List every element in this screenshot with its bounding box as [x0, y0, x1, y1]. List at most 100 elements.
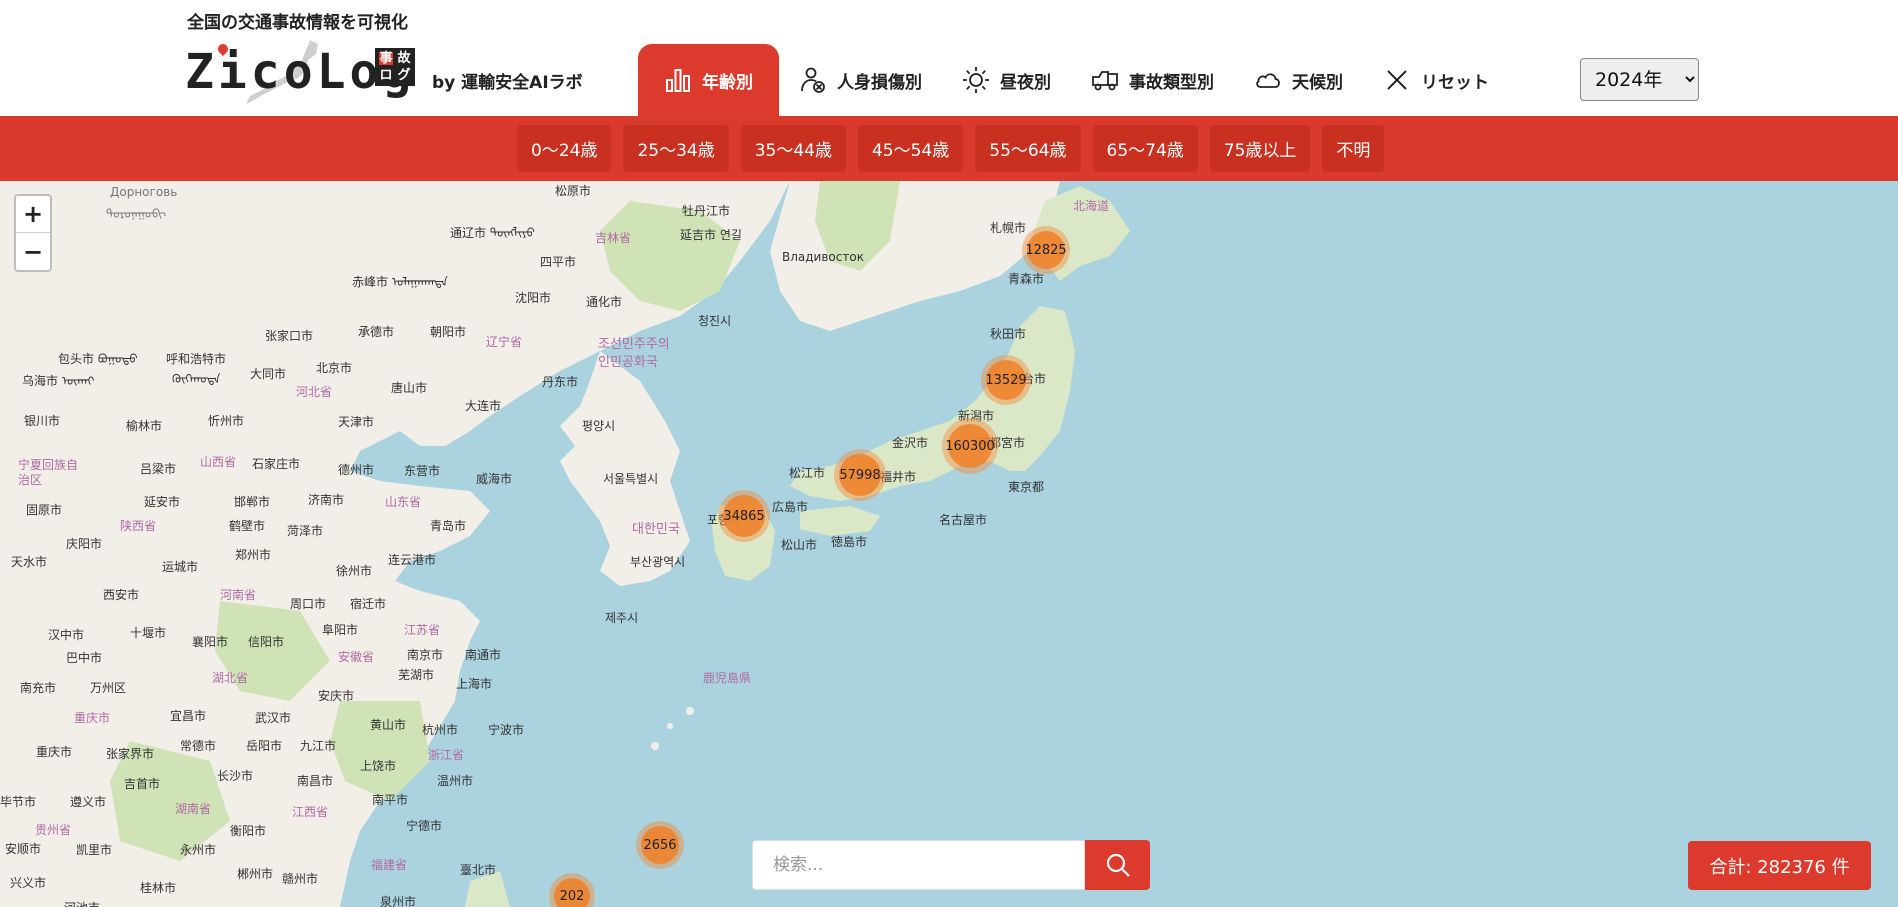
- map-label: 吕梁市: [140, 462, 177, 476]
- accident-cluster-kansai[interactable]: 57998: [834, 449, 886, 501]
- map-label: 遵义市: [70, 795, 107, 809]
- map-label: 徐州市: [336, 564, 373, 578]
- map-label: 杭州市: [422, 723, 459, 737]
- map-label: 运城市: [162, 560, 199, 574]
- search-input[interactable]: [752, 840, 1085, 890]
- zoom-control: + −: [14, 194, 52, 272]
- map-label: 忻州市: [208, 414, 245, 428]
- map-label: 鹿児島県: [703, 671, 752, 685]
- map-label: 张家口市: [265, 329, 314, 343]
- map-label: 宁德市: [406, 819, 443, 833]
- accident-cluster-okinawa[interactable]: 2656: [636, 821, 684, 869]
- age-chip-75-plus[interactable]: 75歳以上: [1209, 125, 1311, 172]
- map-label: 辽宁省: [486, 335, 523, 349]
- zoom-out-button[interactable]: −: [16, 233, 50, 270]
- close-icon: [1387, 70, 1407, 90]
- tab-daynight[interactable]: 昼夜別: [942, 44, 1071, 116]
- map-label: 常德市: [180, 739, 217, 753]
- zoom-in-button[interactable]: +: [16, 196, 50, 233]
- honshu: [790, 306, 1075, 501]
- map-label: 金沢市: [892, 436, 929, 450]
- age-chip-45-54[interactable]: 45〜54歳: [857, 125, 964, 172]
- map-label: 连云港市: [388, 553, 437, 567]
- map-label: 威海市: [476, 472, 513, 486]
- map-label: 赤峰市 ᠤᠯᠠᠭᠠᠨᠬᠠᠳᠠ: [352, 275, 448, 289]
- map-label: 吉林省: [595, 231, 632, 245]
- map-label: 芜湖市: [398, 668, 435, 682]
- search-button[interactable]: [1085, 840, 1150, 890]
- tab-label: 人身損傷別: [837, 72, 922, 93]
- map-label: 河池市: [64, 899, 100, 907]
- map-label: 黄山市: [370, 718, 407, 732]
- map-label: 山东省: [385, 495, 422, 509]
- age-chip-25-34[interactable]: 25〜34歳: [623, 125, 729, 172]
- map-label: 庆阳市: [66, 537, 103, 551]
- map-label: 吉首市: [124, 777, 161, 791]
- map-label: 江苏省: [404, 623, 441, 637]
- map-label: 张家界市: [106, 747, 155, 761]
- tab-accident-type[interactable]: 事故類型別: [1071, 44, 1234, 116]
- accident-cluster-kyushu[interactable]: 34865: [718, 490, 770, 542]
- map[interactable]: + − Дорноговь ᠳᠤᠷᠤᠨᠠᠭᠤᠪᠢ 松原市 通辽市 ᠲᠦᠩᠯᠢᠶᠣ…: [0, 181, 1898, 907]
- map-label: 평양시: [582, 419, 616, 433]
- map-label: 武汉市: [255, 711, 292, 725]
- map-label: 贵州省: [35, 823, 72, 837]
- accident-cluster-tohoku[interactable]: 13529: [981, 355, 1031, 405]
- tab-label: 年齢別: [702, 72, 753, 93]
- map-label: 汉中市: [48, 628, 85, 642]
- map-label: 秋田市: [990, 327, 1027, 341]
- map-label: 永州市: [180, 843, 217, 857]
- tab-age[interactable]: 年齢別: [638, 44, 779, 116]
- app: 全国の交通事故情報を可視化 ZicoLog 事 故 ロ グ by 運輸安全AIラ…: [0, 0, 1898, 907]
- age-chip-65-74[interactable]: 65〜74歳: [1092, 125, 1198, 172]
- map-label: 대한민국: [632, 522, 680, 537]
- map-label: 固原市: [26, 503, 63, 517]
- person-injury-icon: [801, 67, 825, 93]
- map-label: 札幌市: [990, 221, 1027, 235]
- map-label: 岳阳市: [246, 739, 283, 753]
- cluster-count: 13529: [985, 360, 1027, 400]
- tagline: 全国の交通事故情報を可視化: [187, 13, 408, 33]
- logo[interactable]: ZicoLog 事 故 ロ グ: [185, 38, 425, 108]
- map-label: 唐山市: [391, 381, 428, 395]
- map-label: 东营市: [404, 464, 441, 478]
- map-label: 安徽省: [338, 650, 375, 664]
- map-label: 衡阳市: [230, 824, 267, 838]
- cluster-count: 2656: [641, 826, 679, 864]
- accident-cluster-hokkaido[interactable]: 12825: [1022, 226, 1070, 274]
- tab-weather[interactable]: 天候別: [1234, 44, 1363, 116]
- map-label: ᠬᠥᠬᠡᠬᠣᠲᠠ: [172, 372, 221, 386]
- accident-cluster-kanto[interactable]: 160300: [942, 418, 998, 474]
- map-label: 周口市: [290, 597, 327, 611]
- map-label: 沈阳市: [515, 291, 552, 305]
- map-label: 天水市: [11, 555, 48, 569]
- map-label: 松江市: [789, 466, 826, 480]
- map-label: 山西省: [200, 455, 237, 469]
- tab-label: 事故類型別: [1129, 72, 1214, 93]
- map-label: 榆林市: [126, 419, 163, 433]
- map-label: 通化市: [586, 295, 623, 309]
- map-label: 襄阳市: [192, 635, 229, 649]
- map-label: 西安市: [103, 588, 140, 602]
- map-label: 赣州市: [282, 872, 319, 886]
- map-label: 菏泽市: [287, 524, 324, 538]
- age-chip-55-64[interactable]: 55〜64歳: [975, 125, 1081, 172]
- map-label: 北京市: [316, 361, 353, 375]
- map-label: 河南省: [220, 588, 257, 602]
- age-chip-35-44[interactable]: 35〜44歳: [740, 125, 846, 172]
- map-label: 重庆市: [74, 711, 111, 725]
- tab-injury[interactable]: 人身損傷別: [779, 44, 942, 116]
- map-label: 信阳市: [248, 635, 285, 649]
- age-chip-unknown[interactable]: 不明: [1322, 125, 1385, 172]
- map-label: 阜阳市: [322, 623, 359, 637]
- year-select[interactable]: 2024年: [1580, 58, 1699, 101]
- age-chip-0-24[interactable]: 0〜24歳: [517, 125, 612, 172]
- search-icon: [1106, 853, 1130, 877]
- map-label: 河北省: [296, 385, 333, 399]
- logo-badge-char: 事: [379, 51, 393, 66]
- map-label: 広島市: [772, 500, 809, 514]
- map-label: 浙江省: [428, 748, 465, 762]
- map-label: 兴义市: [10, 876, 47, 890]
- tab-reset[interactable]: リセット: [1363, 44, 1509, 116]
- map-label: ᠳᠤᠷᠤᠨᠠᠭᠤᠪᠢ: [106, 207, 167, 221]
